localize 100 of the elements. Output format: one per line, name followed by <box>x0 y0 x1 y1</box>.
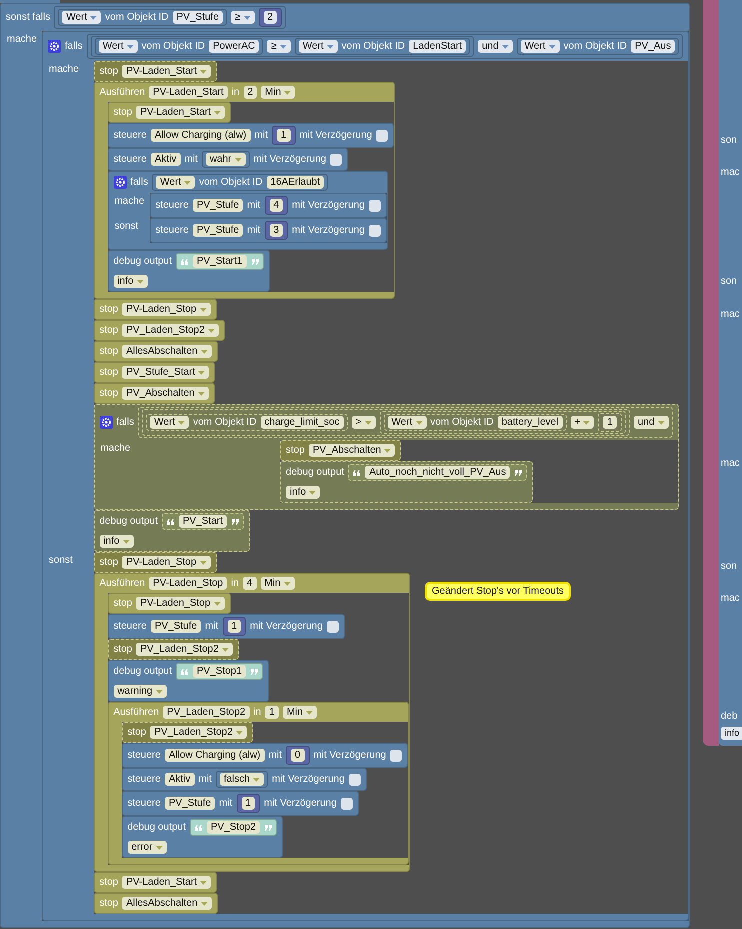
block-field[interactable]: PV_Stop1 <box>192 665 246 678</box>
block-label: steuere <box>128 750 161 761</box>
block-label: stop <box>100 346 118 357</box>
block-field[interactable]: 2 <box>264 11 278 24</box>
block-field[interactable]: PV_Stufe <box>150 620 202 633</box>
block-field[interactable]: info <box>721 727 742 740</box>
checkbox[interactable] <box>330 154 342 166</box>
caret-icon <box>198 370 206 374</box>
block-label: in <box>232 87 240 98</box>
block-label: mit Verzögerung <box>300 130 372 141</box>
block-field[interactable]: PV-Laden_Stop <box>122 303 211 316</box>
block-field[interactable]: Allow Charging (alw) <box>164 749 265 762</box>
block-field[interactable]: PV-Laden_Start <box>149 86 228 99</box>
block-label: mit <box>247 200 261 211</box>
caret-icon <box>178 420 186 424</box>
comment-bubble[interactable]: Geändert Stop's vor Timeouts <box>427 584 569 599</box>
block-label: steuere <box>114 154 147 165</box>
block-label: mache <box>7 34 38 45</box>
block-field[interactable]: PV_Start1 <box>192 255 247 268</box>
gear-icon[interactable] <box>114 176 127 189</box>
checkbox[interactable] <box>340 798 353 810</box>
block-field[interactable]: PV_Laden_Stop2 <box>122 324 219 337</box>
block-field[interactable]: Min <box>260 577 295 590</box>
block-label: mit Verzögerung <box>250 621 323 632</box>
block-field[interactable]: PV-Laden_Start <box>136 106 226 119</box>
checkbox[interactable] <box>326 620 339 632</box>
block-label: debug output <box>286 467 344 478</box>
block-field[interactable]: ≥ <box>231 11 255 24</box>
block-field[interactable]: ≥ <box>267 40 291 53</box>
block-label: mit <box>198 774 212 785</box>
block-field[interactable]: PV-Laden_Stop <box>136 597 225 610</box>
block-field[interactable]: error <box>128 841 167 854</box>
block-field[interactable]: PV_Stufe <box>192 199 244 212</box>
caret-icon <box>222 648 229 652</box>
block-field[interactable]: Min <box>261 86 296 99</box>
block-field[interactable]: 1 <box>242 797 256 810</box>
block-label: stop <box>114 107 132 118</box>
block-field[interactable]: Wert <box>156 176 196 189</box>
block-label: mit Verzögerung <box>292 200 365 211</box>
block-field[interactable]: PV_Stufe <box>164 797 216 810</box>
block-field[interactable]: Allow Charging (alw) <box>150 129 251 142</box>
block-field[interactable]: PV_Stop2 <box>206 821 260 834</box>
block-field[interactable]: wahr <box>206 153 246 166</box>
quote-icon <box>180 258 189 266</box>
block-label: steuere <box>128 774 161 785</box>
caret-icon <box>126 44 134 48</box>
block-field[interactable]: 1 <box>228 620 242 633</box>
block-field[interactable]: Wert <box>520 40 560 53</box>
checkbox[interactable] <box>348 774 361 786</box>
block-label: in <box>254 707 262 718</box>
block-field[interactable]: Min <box>282 706 318 719</box>
block-field[interactable]: info <box>114 275 148 288</box>
block-label: mit Verzögerung <box>254 154 326 165</box>
quote-icon <box>180 668 189 676</box>
block-field[interactable]: 1 <box>265 706 279 719</box>
block-label: steuere <box>156 200 189 211</box>
block-field[interactable]: AllesAbschalten <box>122 345 212 358</box>
block-label: stop <box>100 898 118 909</box>
block-field[interactable]: Wert <box>98 40 138 53</box>
block-field[interactable]: und <box>478 40 513 53</box>
block-label: stop <box>100 367 118 378</box>
caret-icon <box>364 420 372 424</box>
block-field[interactable]: AllesAbschalten <box>122 897 212 910</box>
block-field[interactable]: PV-Laden_Stop <box>149 577 228 590</box>
block-field[interactable]: 1 <box>276 129 291 142</box>
block-field[interactable]: PV_Stufe <box>192 224 244 237</box>
block-field[interactable]: PV-Laden_Start <box>122 876 212 889</box>
block-field[interactable]: PV_Stufe_Start <box>122 366 210 379</box>
block-field[interactable]: PV_Aus <box>631 40 676 53</box>
caret-icon <box>214 602 221 606</box>
checkbox[interactable] <box>368 224 381 236</box>
block-field[interactable]: Aktiv <box>150 153 181 166</box>
block-label: son <box>721 275 738 289</box>
block-label: stop <box>100 304 118 315</box>
block-label: mit Verzögerung <box>264 798 337 809</box>
block-field[interactable]: Wert <box>62 11 102 24</box>
checkbox[interactable] <box>368 200 381 212</box>
block-field[interactable]: PV_Abschalten <box>122 387 209 400</box>
block-field[interactable]: LadenStart <box>409 40 466 53</box>
caret-icon <box>309 490 316 494</box>
block-field[interactable]: PV_Stufe <box>172 11 224 24</box>
block-field[interactable]: falsch <box>220 773 264 786</box>
gear-icon[interactable] <box>48 40 62 53</box>
block-field[interactable]: Aktiv <box>164 773 195 786</box>
block-field[interactable]: 2 <box>244 86 258 99</box>
caret-icon <box>200 70 208 74</box>
block-field[interactable]: 4 <box>243 577 257 590</box>
checkbox[interactable] <box>376 130 388 142</box>
block-label: vom Objekt ID <box>430 417 494 428</box>
block-field[interactable]: warning <box>114 685 167 698</box>
caret-icon <box>502 44 509 48</box>
block-field[interactable]: PV_Laden_Stop2 <box>163 706 250 719</box>
block-field[interactable]: 4 <box>270 199 284 212</box>
block-field[interactable]: Wert <box>298 40 338 53</box>
block-field[interactable]: PowerAC <box>209 40 260 53</box>
block-field[interactable]: 0 <box>290 749 305 762</box>
block-field[interactable]: 16AErlaubt <box>266 176 324 189</box>
block-field[interactable]: 3 <box>270 224 284 237</box>
checkbox[interactable] <box>390 750 402 762</box>
block-label: stop <box>100 66 118 77</box>
